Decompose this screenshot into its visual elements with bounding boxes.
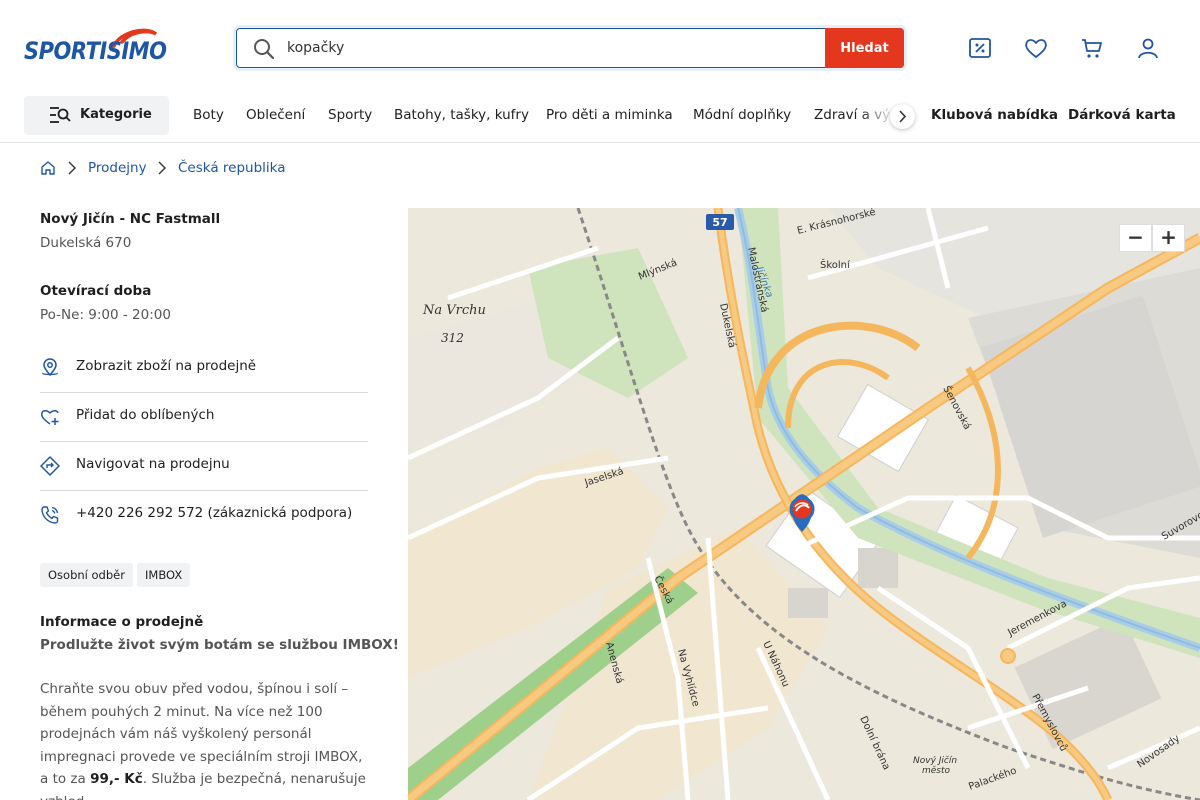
town-label: Nový Jičín [913, 755, 957, 766]
action-label: Navigovat na prodejnu [76, 456, 230, 472]
nav-item-klubova-nabidka[interactable]: Klubová nabídka [931, 107, 1058, 123]
search-button[interactable]: Hledat [825, 28, 904, 68]
heart-icon[interactable] [1024, 36, 1048, 60]
town-label-2: město [922, 765, 951, 776]
tag-osobni-odber: Osobní odběr [40, 563, 133, 587]
nav-item-modni-doplnky[interactable]: Módní doplňky [693, 107, 791, 123]
action-navigate[interactable]: Navigovat na prodejnu [40, 442, 368, 491]
store-hours: Po-Ne: 9:00 - 20:00 [40, 307, 171, 323]
breadcrumb-ceska-republika[interactable]: Česká republika [178, 160, 286, 176]
map-canvas[interactable]: 57 Na Vrchu 312 Malostranská E. Krásnoho… [408, 208, 1200, 800]
store-name: Nový Jičín - NC Fastmall [40, 211, 221, 227]
kategorie-button[interactable]: Kategorie [24, 96, 169, 135]
street-label: Školní [820, 258, 851, 271]
chevron-right-icon [899, 110, 907, 123]
road-number-label: 57 [712, 216, 727, 229]
heart-plus-icon [41, 410, 59, 425]
search-bar: Hledat [236, 28, 904, 68]
action-label: +420 226 292 572 (zákaznická podpora) [76, 505, 353, 521]
breadcrumb-prodejny[interactable]: Prodejny [88, 160, 147, 176]
search-icon[interactable] [253, 38, 275, 60]
hill-label: Na Vrchu [422, 303, 486, 318]
discount-icon[interactable] [968, 36, 992, 60]
info-paragraph: Chraňte svou obuv před vodou, špínou i s… [40, 678, 370, 800]
info-title: Informace o prodejně [40, 614, 204, 630]
chevron-right-icon [158, 161, 166, 175]
sportisimo-logo[interactable]: SPORTISIMO [24, 28, 167, 66]
action-label: Zobrazit zboží na prodejně [76, 358, 257, 374]
menu-search-icon [50, 107, 71, 123]
kategorie-label: Kategorie [80, 107, 152, 122]
action-phone[interactable]: +420 226 292 572 (zákaznická podpora) [40, 491, 368, 540]
nav-item-sporty[interactable]: Sporty [328, 107, 372, 123]
hours-title: Otevírací doba [40, 283, 152, 299]
store-address: Dukelská 670 [40, 235, 132, 251]
tag-imbox: IMBOX [137, 563, 191, 587]
nav-item-batohy[interactable]: Batohy, tašky, kufry [394, 107, 529, 123]
action-add-favourite[interactable]: Přidat do oblíbených [40, 393, 368, 442]
directions-icon [40, 456, 60, 476]
phone-icon [41, 506, 59, 524]
elevation-label: 312 [441, 331, 464, 345]
action-label: Přidat do oblíbených [76, 407, 215, 423]
location-pin-icon [42, 358, 58, 377]
store-map[interactable]: 57 Na Vrchu 312 Malostranská E. Krásnoho… [408, 208, 1200, 800]
nav-scroll-right-button[interactable] [890, 104, 915, 129]
main-navigation: Kategorie Boty Oblečení Sporty Batohy, t… [0, 95, 1200, 143]
nav-item-obleceni[interactable]: Oblečení [246, 107, 305, 123]
logo-text: SPORTISIMO [24, 37, 167, 65]
home-icon[interactable] [40, 160, 56, 176]
site-header: SPORTISIMO Hledat [0, 0, 1200, 95]
nav-item-boty[interactable]: Boty [193, 107, 224, 123]
info-subtitle: Prodlužte život svým botám se službou IM… [40, 637, 399, 653]
info-price: 99,- Kč [90, 771, 143, 787]
action-show-products[interactable]: Zobrazit zboží na prodejně [40, 344, 368, 393]
zoom-in-button[interactable]: + [1152, 224, 1185, 252]
nav-item-darkova-karta[interactable]: Dárková karta [1068, 107, 1176, 123]
user-icon[interactable] [1136, 36, 1160, 60]
search-input[interactable] [287, 29, 817, 67]
cart-icon[interactable] [1080, 36, 1104, 60]
zoom-out-button[interactable]: − [1119, 224, 1152, 252]
nav-item-pro-deti[interactable]: Pro děti a miminka [546, 107, 673, 123]
chevron-right-icon [68, 161, 76, 175]
